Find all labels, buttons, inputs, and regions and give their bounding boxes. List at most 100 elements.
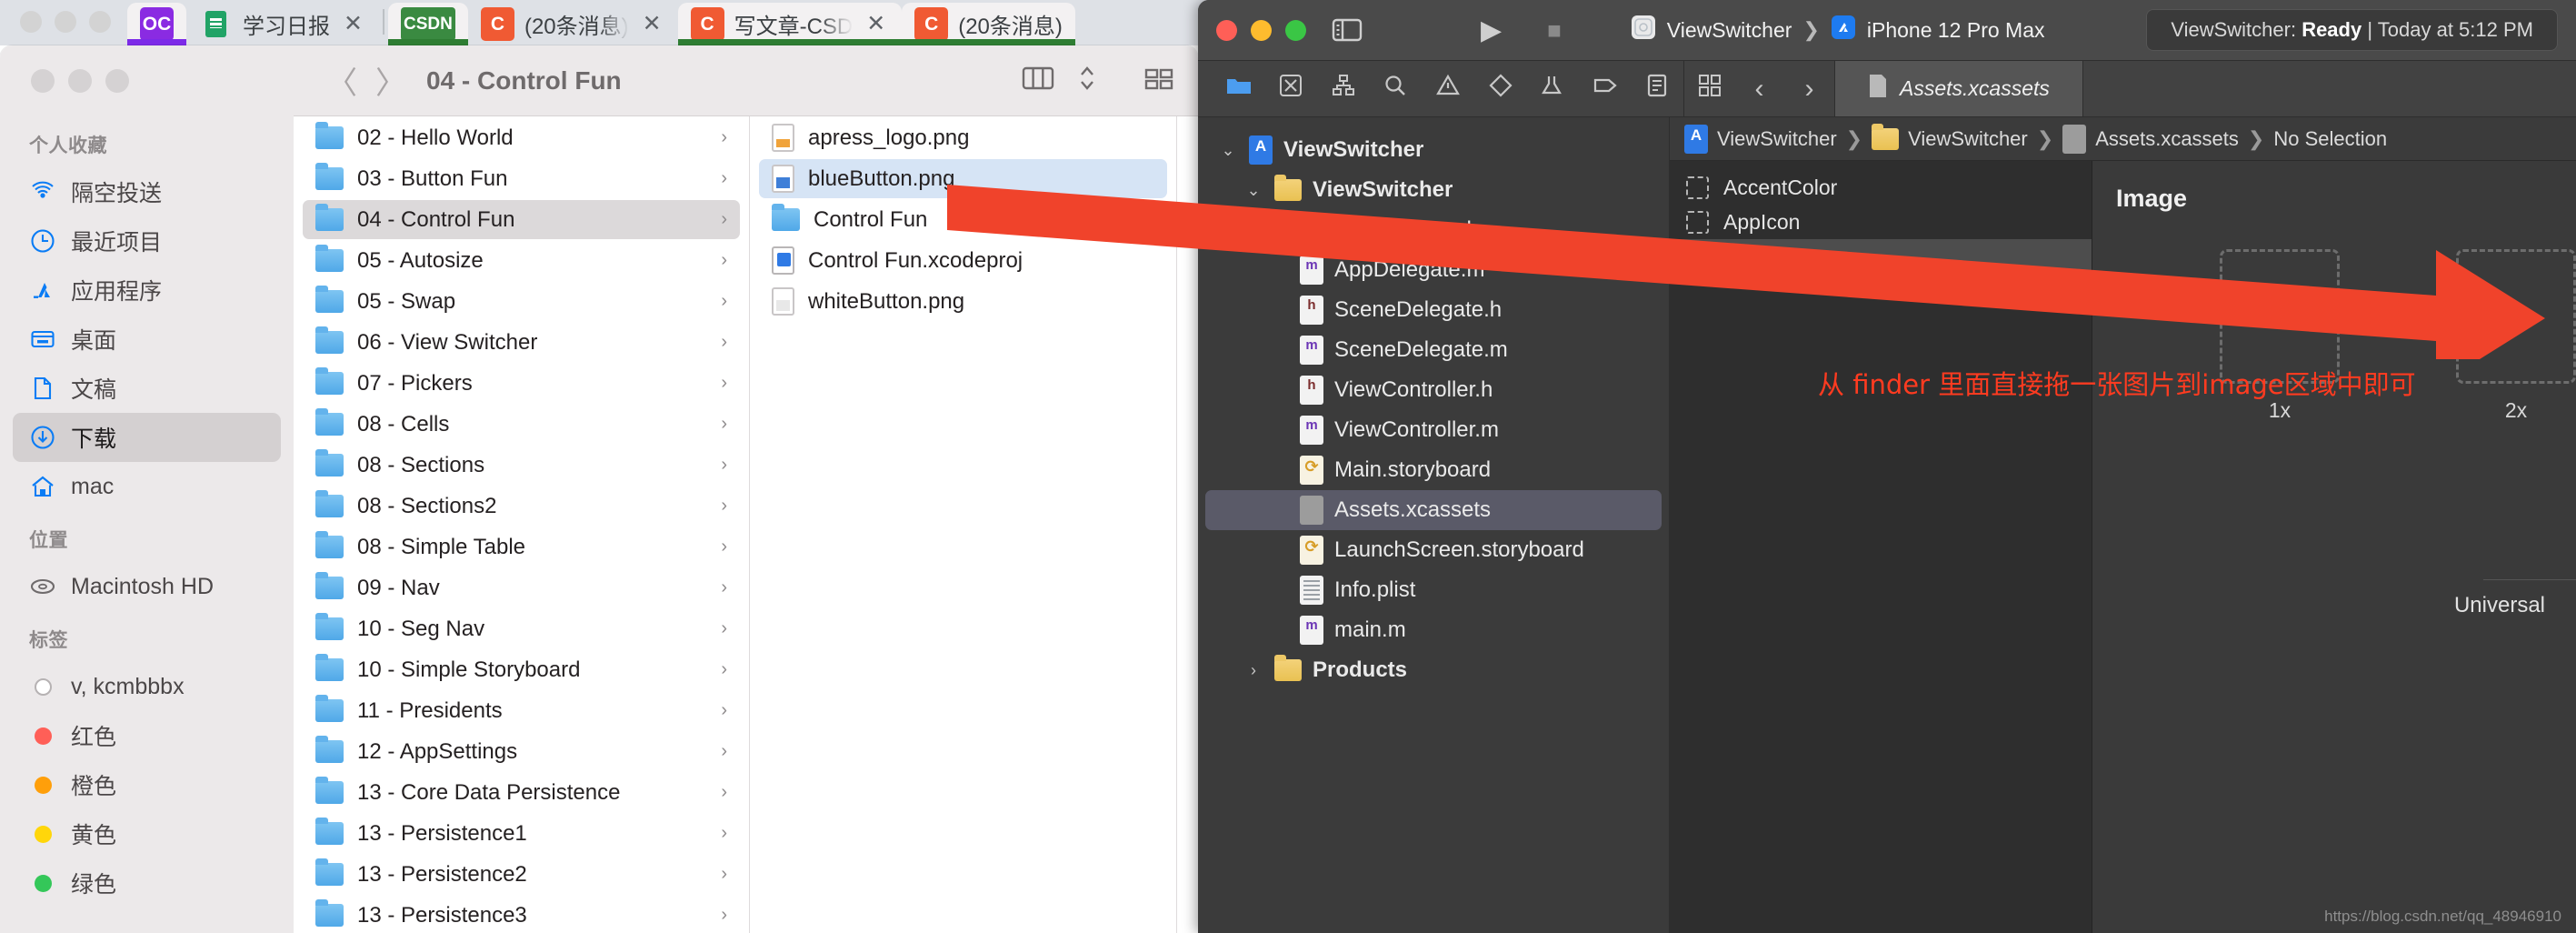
sidebar-item--[interactable]: 隔空投送 <box>13 167 281 216</box>
navigator-row[interactable]: LaunchScreen.storyboard <box>1205 530 1662 570</box>
column-view-icon[interactable] <box>1022 65 1054 96</box>
finder-row[interactable]: 04 - Control Fun › <box>303 200 740 239</box>
finder-row[interactable]: 10 - Seg Nav › <box>303 609 740 648</box>
finder-row[interactable]: 09 - Nav › <box>303 568 740 607</box>
finder-row[interactable]: 11 - Presidents › <box>303 691 740 730</box>
navigator-row[interactable]: h SceneDelegate.h <box>1205 290 1662 330</box>
sidebar-item--[interactable]: 红色 <box>13 711 281 760</box>
browser-tab-csdn[interactable]: CSDN <box>387 3 468 45</box>
browser-tab-xuexiribao[interactable]: 学习日报 ✕ <box>186 3 379 45</box>
sidebar-toggle-icon[interactable] <box>1332 17 1363 43</box>
browser-minimize-button[interactable] <box>55 11 76 33</box>
finder-row[interactable]: 13 - Persistence3 › <box>303 896 740 933</box>
grid-view-icon[interactable] <box>1143 65 1174 96</box>
tab-close-icon[interactable]: ✕ <box>340 13 366 35</box>
finder-close-button[interactable] <box>31 69 55 93</box>
tag-icon[interactable] <box>1579 75 1632 103</box>
sidebar-item--[interactable]: 橙色 <box>13 760 281 809</box>
finder-back-button[interactable]: 〈 <box>317 58 366 103</box>
finder-minimize-button[interactable] <box>68 69 92 93</box>
sort-icon[interactable] <box>1078 64 1096 97</box>
browser-close-button[interactable] <box>20 11 42 33</box>
sidebar-item--[interactable]: 绿色 <box>13 858 281 908</box>
navigator-row[interactable]: Info.plist <box>1205 570 1662 610</box>
xcode-close-button[interactable] <box>1216 19 1237 41</box>
run-button[interactable]: ▶ <box>1481 15 1502 46</box>
breadcrumb-item[interactable]: Assets.xcassets <box>2095 127 2239 151</box>
finder-row[interactable]: 08 - Sections › <box>303 446 740 485</box>
asset-list-item[interactable]: AccentColor <box>1670 170 2092 205</box>
finder-row[interactable]: 13 - Core Data Persistence › <box>303 773 740 812</box>
stop-button[interactable]: ■ <box>1547 16 1562 45</box>
breadcrumb-item[interactable]: ViewSwitcher <box>1717 127 1837 151</box>
navigator-row[interactable]: h AppDelegate.h <box>1205 210 1662 250</box>
browser-tab-msg-2[interactable]: C (20条消息) <box>902 3 1075 45</box>
finder-row[interactable]: 08 - Simple Table › <box>303 527 740 567</box>
sidebar-item-mac[interactable]: mac <box>13 462 281 511</box>
finder-row[interactable]: 07 - Pickers › <box>303 364 740 403</box>
finder-column-folders[interactable]: 02 - Hello World › 03 - Button Fun › 04 - Co… <box>294 116 750 933</box>
sidebar-item-v-kcmbbbx[interactable]: v, kcmbbbx <box>13 662 281 711</box>
project-navigator[interactable]: ⌄ ViewSwitcher ⌄ ViewSwitcher h AppDelegate.h… <box>1198 117 1670 933</box>
breadcrumb-item[interactable]: No Selection <box>2273 127 2387 151</box>
scheme-selector[interactable]: ViewSwitcher ❯ iPhone 12 Pro Max <box>1631 15 2045 45</box>
breadcrumb[interactable]: ViewSwitcher ❯ ViewSwitcher ❯ Assets.xcasset… <box>1670 117 2576 161</box>
xcode-zoom-button[interactable] <box>1285 19 1306 41</box>
test-icon[interactable] <box>1526 74 1579 104</box>
finder-row[interactable]: Control Fun.xcodeproj <box>759 241 1167 280</box>
browser-tab-write-article[interactable]: C 写文章-CSD ✕ <box>677 3 903 45</box>
finder-row[interactable]: 08 - Cells › <box>303 405 740 444</box>
finder-row[interactable]: 12 - AppSettings › <box>303 732 740 771</box>
editor-forward-button[interactable]: › <box>1784 74 1834 105</box>
finder-row[interactable]: apress_logo.png <box>759 118 1167 157</box>
finder-row[interactable]: 02 - Hello World › <box>303 118 740 157</box>
finder-row[interactable]: 03 - Button Fun › <box>303 159 740 198</box>
finder-row[interactable]: 13 - Persistence1 › <box>303 814 740 853</box>
navigator-row[interactable]: m AppDelegate.m <box>1205 250 1662 290</box>
navigator-row[interactable]: Assets.xcassets <box>1205 490 1662 530</box>
finder-row[interactable]: 13 - Persistence2 › <box>303 855 740 894</box>
finder-row[interactable]: 08 - Sections2 › <box>303 487 740 526</box>
navigator-row[interactable]: h ViewController.h <box>1205 370 1662 410</box>
sidebar-item--[interactable]: 桌面 <box>13 315 281 364</box>
breadcrumb-item[interactable]: ViewSwitcher <box>1908 127 2028 151</box>
xcode-minimize-button[interactable] <box>1251 19 1272 41</box>
sidebar-item--[interactable]: 黄色 <box>13 809 281 858</box>
browser-zoom-button[interactable] <box>89 11 111 33</box>
warning-square-icon[interactable] <box>1265 74 1318 104</box>
sidebar-item-macintosh-hd[interactable]: Macintosh HD <box>13 562 281 611</box>
finder-forward-button[interactable]: 〉 <box>366 58 415 103</box>
issue-icon[interactable] <box>1474 74 1527 104</box>
editor-file-tab[interactable]: Assets.xcassets <box>1834 61 2083 116</box>
finder-row[interactable]: 05 - Autosize › <box>303 241 740 280</box>
finder-zoom-button[interactable] <box>105 69 129 93</box>
chevron-down-icon[interactable]: ⌄ <box>1243 181 1263 200</box>
search-icon[interactable] <box>1370 74 1423 104</box>
navigator-row[interactable]: m SceneDelegate.m <box>1205 330 1662 370</box>
finder-row[interactable]: Control Fun › <box>759 200 1167 239</box>
navigator-row[interactable]: m main.m <box>1205 610 1662 650</box>
navigator-row[interactable]: › Products <box>1205 650 1662 690</box>
sidebar-item--[interactable]: 应用程序 <box>13 266 281 315</box>
sidebar-item--[interactable]: 文稿 <box>13 364 281 413</box>
grid-icon[interactable] <box>1684 74 1734 104</box>
navigator-row[interactable]: m ViewController.m <box>1205 410 1662 450</box>
navigator-row[interactable]: Main.storyboard <box>1205 450 1662 490</box>
sidebar-item--[interactable]: 最近项目 <box>13 216 281 266</box>
report-icon[interactable] <box>1632 74 1684 104</box>
asset-list-item[interactable]: AppIcon <box>1670 205 2092 239</box>
tab-close-icon[interactable]: ✕ <box>639 13 665 35</box>
sidebar-item--[interactable]: 下载 <box>13 413 281 462</box>
tab-close-icon[interactable]: ✕ <box>863 13 889 35</box>
asset-dropzone-2x[interactable] <box>2456 249 2576 384</box>
navigator-row[interactable]: ⌄ ViewSwitcher <box>1205 170 1662 210</box>
finder-column-files[interactable]: apress_logo.png blueButton.png Control Fun… <box>750 116 1177 933</box>
asset-slot-2x[interactable]: 2x <box>2456 249 2576 423</box>
chevron-down-icon[interactable]: ⌄ <box>1218 141 1238 160</box>
warning-triangle-icon[interactable] <box>1422 74 1474 104</box>
navigator-row[interactable]: ⌄ ViewSwitcher <box>1205 130 1662 170</box>
finder-row[interactable]: whiteButton.png <box>759 282 1167 321</box>
editor-back-button[interactable]: ‹ <box>1734 74 1784 105</box>
finder-row[interactable]: blueButton.png <box>759 159 1167 198</box>
browser-tab-oc[interactable]: OC <box>127 3 186 45</box>
